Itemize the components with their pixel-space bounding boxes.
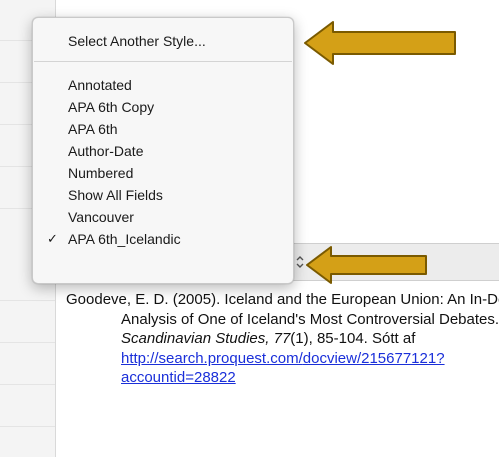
menu-item-label: APA 6th_Icelandic bbox=[68, 231, 181, 247]
menu-item-label: Annotated bbox=[68, 77, 132, 93]
menu-item-show-all-fields[interactable]: Show All Fields bbox=[33, 184, 293, 206]
menu-item-label: Numbered bbox=[68, 165, 134, 181]
reference-issue-pages: (1), 85-104. bbox=[290, 330, 373, 347]
menu-item-annotated[interactable]: Annotated bbox=[33, 74, 293, 96]
gutter-divider bbox=[0, 384, 55, 385]
menu-item-label: Vancouver bbox=[68, 209, 134, 225]
menu-item-vancouver[interactable]: Vancouver bbox=[33, 206, 293, 228]
menu-item-author-date[interactable]: Author-Date bbox=[33, 140, 293, 162]
menu-item-label: APA 6th Copy bbox=[68, 99, 155, 115]
reference-journal: Scandinavian Studies, 77 bbox=[121, 330, 291, 347]
reference-preview: Goodeve, E. D. (2005). Iceland and the E… bbox=[66, 290, 499, 388]
menu-item-label: Author-Date bbox=[68, 143, 144, 159]
checkmark-icon: ✓ bbox=[47, 231, 58, 246]
gutter-divider bbox=[0, 342, 55, 343]
arrow-left-icon bbox=[306, 246, 427, 284]
menu-item-label: Select Another Style... bbox=[68, 33, 206, 49]
menu-item-apa-6th-icelandic[interactable]: ✓ APA 6th_Icelandic bbox=[33, 228, 293, 250]
menu-item-label: APA 6th bbox=[68, 121, 118, 137]
menu-item-apa-6th[interactable]: APA 6th bbox=[33, 118, 293, 140]
menu-separator bbox=[34, 61, 292, 62]
reference-retrieved-prefix: Sótt af bbox=[372, 330, 416, 347]
menu-item-apa-6th-copy[interactable]: APA 6th Copy bbox=[33, 96, 293, 118]
menu-item-numbered[interactable]: Numbered bbox=[33, 162, 293, 184]
arrow-left-icon bbox=[304, 21, 456, 65]
reference-url-link[interactable]: http://search.proquest.com/docview/21567… bbox=[121, 350, 445, 387]
gutter-divider bbox=[0, 426, 55, 427]
style-popup-menu: Select Another Style... Annotated APA 6t… bbox=[32, 17, 294, 284]
gutter-divider bbox=[0, 300, 55, 301]
menu-item-label: Show All Fields bbox=[68, 187, 163, 203]
reference-authors-year: Goodeve, E. D. (2005). bbox=[66, 291, 225, 308]
menu-item-select-another-style[interactable]: Select Another Style... bbox=[33, 30, 293, 52]
screenshot-stage: Select Another Style... Annotated APA 6t… bbox=[0, 0, 499, 457]
up-down-chevron-icon[interactable] bbox=[295, 254, 305, 270]
